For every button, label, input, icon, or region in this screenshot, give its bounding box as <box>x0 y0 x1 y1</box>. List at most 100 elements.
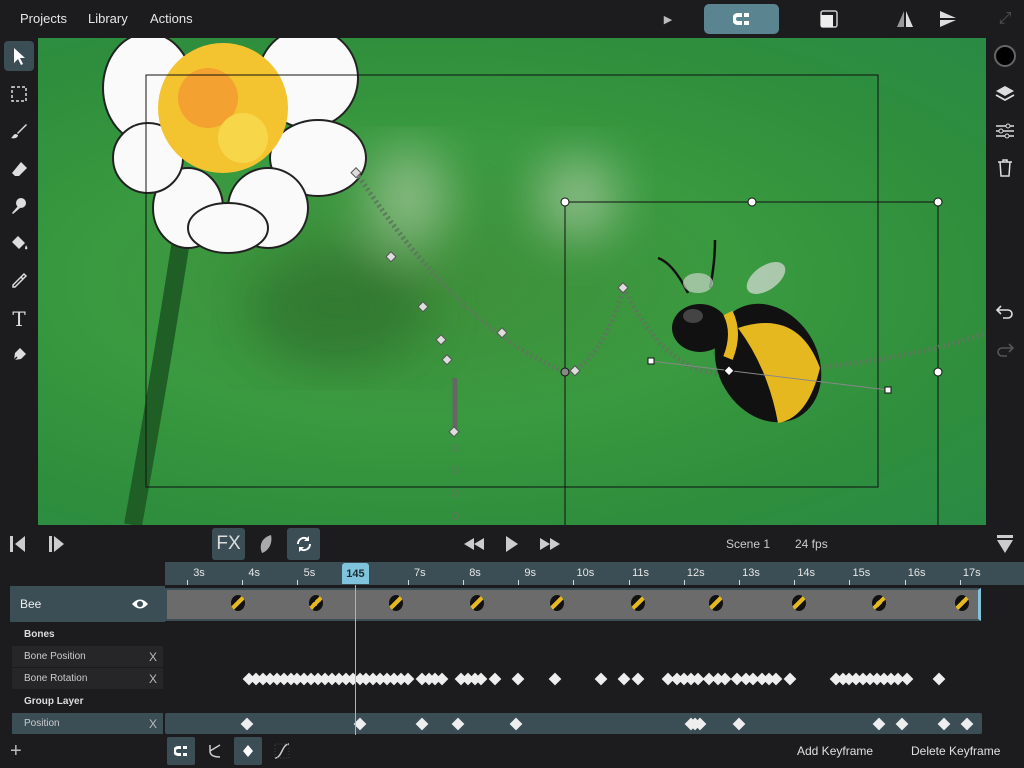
bee-thumbnail-icon <box>470 595 484 611</box>
bone-path-button[interactable] <box>201 737 229 765</box>
fullscreen-icon[interactable]: ⤢ <box>994 8 1016 30</box>
track-label: Bone Position <box>24 651 86 662</box>
position-keyframe[interactable] <box>415 717 428 730</box>
menu-actions[interactable]: Actions <box>150 11 193 26</box>
mask-button[interactable] <box>818 8 840 30</box>
add-layer-button[interactable]: + <box>10 740 22 763</box>
add-keyframe-button[interactable]: Add Keyframe <box>797 744 873 758</box>
bee-layer-track[interactable] <box>165 588 981 621</box>
bone-rotation-track[interactable] <box>165 668 1024 689</box>
ruler-tick <box>794 580 795 585</box>
fps-selector[interactable]: 24 fps <box>795 537 828 551</box>
fill-tool[interactable] <box>4 228 34 258</box>
ruler-label: 17s <box>963 567 981 579</box>
track-position[interactable]: PositionX <box>12 713 163 734</box>
ruler-tick <box>739 580 740 585</box>
play-preview-button[interactable]: ▶ <box>658 9 678 29</box>
bone-rotation-keyframe[interactable] <box>489 672 502 685</box>
magnet-snap-button[interactable] <box>704 4 779 34</box>
fx-button[interactable]: FX <box>212 528 245 560</box>
playhead-frame[interactable]: 145 <box>342 563 369 584</box>
ruler-label: 9s <box>524 567 536 579</box>
timeline-ruler[interactable]: 3s4s5s7s8s9s10s11s12s13s14s15s16s17s <box>165 562 1024 585</box>
next-frame-button[interactable] <box>45 532 69 556</box>
bone-rotation-keyframe[interactable] <box>631 672 644 685</box>
playhead-line[interactable] <box>355 585 356 735</box>
eyedropper-tool[interactable] <box>4 266 34 296</box>
previous-frame-button[interactable] <box>6 532 30 556</box>
layer-bee[interactable]: Bee <box>10 586 165 622</box>
position-keyframe[interactable] <box>733 717 746 730</box>
brush-tool[interactable] <box>4 116 34 146</box>
bone-rotation-keyframe[interactable] <box>436 672 449 685</box>
layer-name: Bee <box>20 597 41 611</box>
remove-track-button[interactable]: X <box>149 672 157 686</box>
layers-button[interactable] <box>990 79 1020 109</box>
select-tool[interactable] <box>4 41 34 71</box>
scene-selector[interactable]: Scene 1 <box>726 537 770 551</box>
position-keyframe[interactable] <box>510 717 523 730</box>
delete-keyframe-button[interactable]: Delete Keyframe <box>911 744 1000 758</box>
bone-rotation-keyframe[interactable] <box>901 672 914 685</box>
smudge-tool[interactable] <box>4 191 34 221</box>
eraser-tool[interactable] <box>4 154 34 184</box>
bee-thumbnail-icon <box>231 595 245 611</box>
text-tool[interactable]: T <box>4 304 34 334</box>
position-keyframe[interactable] <box>960 717 973 730</box>
position-keyframe[interactable] <box>240 717 253 730</box>
undo-icon <box>995 304 1015 320</box>
visibility-eye-icon[interactable] <box>131 598 149 610</box>
remove-track-button[interactable]: X <box>149 717 157 731</box>
track-bone-rotation[interactable]: Bone RotationX <box>12 668 163 689</box>
rewind-button[interactable] <box>462 534 486 554</box>
marquee-tool[interactable] <box>4 79 34 109</box>
position-keyframe[interactable] <box>937 717 950 730</box>
play-button[interactable] <box>502 532 522 556</box>
step-forward-icon <box>47 535 67 553</box>
bone-rotation-keyframe[interactable] <box>595 672 608 685</box>
undo-button[interactable] <box>990 297 1020 327</box>
loop-button[interactable] <box>287 528 320 560</box>
pen-tool[interactable] <box>4 340 34 370</box>
ruler-tick <box>463 580 464 585</box>
position-keyframe[interactable] <box>896 717 909 730</box>
bone-rotation-keyframe[interactable] <box>933 672 946 685</box>
position-keyframe[interactable] <box>452 717 465 730</box>
redo-icon <box>995 342 1015 358</box>
bee-character <box>658 240 842 442</box>
brush-icon <box>10 122 28 140</box>
bone-rotation-keyframe[interactable] <box>783 672 796 685</box>
redo-button[interactable] <box>990 335 1020 365</box>
delete-button[interactable] <box>990 153 1020 183</box>
bone-rotation-keyframe[interactable] <box>618 672 631 685</box>
eraser-icon <box>10 160 28 178</box>
onion-skin-button[interactable] <box>252 530 280 558</box>
ruler-label: 8s <box>469 567 481 579</box>
ruler-label: 4s <box>248 567 260 579</box>
bee-thumbnail-icon <box>309 595 323 611</box>
snap-button[interactable] <box>167 737 195 765</box>
text-icon: T <box>12 307 25 331</box>
remove-track-button[interactable]: X <box>149 650 157 664</box>
marquee-icon <box>10 85 28 103</box>
fast-forward-button[interactable] <box>538 534 562 554</box>
easing-curve-button[interactable] <box>268 737 296 765</box>
flower-stem <box>133 228 183 525</box>
track-bone-position[interactable]: Bone Position X <box>12 646 163 667</box>
menu-projects[interactable]: Projects <box>20 11 67 26</box>
bone-rotation-keyframe[interactable] <box>512 672 525 685</box>
collapse-timeline-button[interactable] <box>994 532 1016 556</box>
adjustments-button[interactable] <box>990 116 1020 146</box>
ruler-tick <box>573 580 574 585</box>
menu-library[interactable]: Library <box>88 11 128 26</box>
bone-rotation-keyframe[interactable] <box>549 672 562 685</box>
group-group-layer: Group Layer <box>10 691 165 711</box>
position-keyframe[interactable] <box>873 717 886 730</box>
drawing-canvas[interactable] <box>38 38 986 525</box>
color-swatch[interactable] <box>990 41 1020 71</box>
position-track[interactable] <box>165 713 982 734</box>
keyframe-mode-button[interactable] <box>234 737 262 765</box>
flip-vertical-button[interactable] <box>937 8 959 30</box>
flip-horizontal-button[interactable] <box>894 8 916 30</box>
bee-thumbnail-icon <box>631 595 645 611</box>
